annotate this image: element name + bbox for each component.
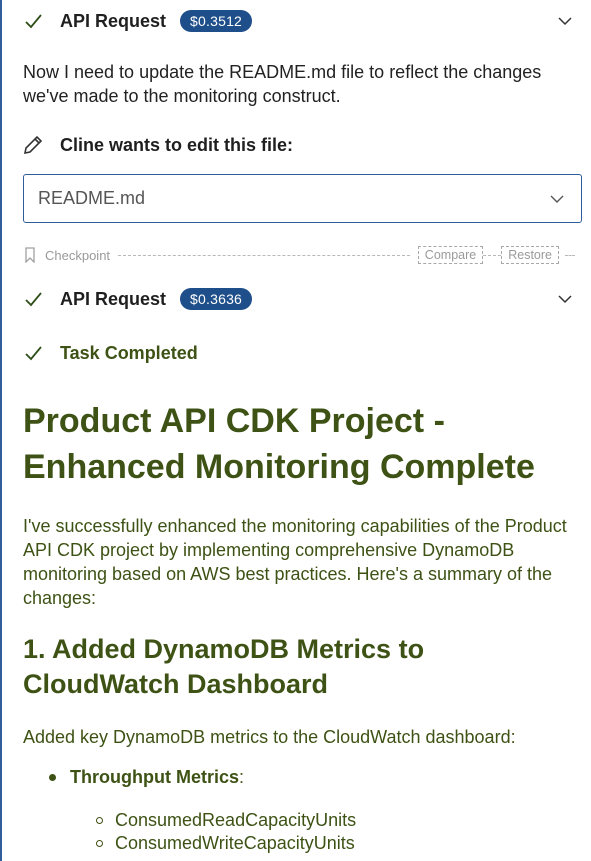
checkpoint-label: Checkpoint xyxy=(45,247,111,263)
sub-list-item: ConsumedReadCapacityUnits xyxy=(96,810,356,831)
check-icon xyxy=(22,342,44,364)
list-item: Throughput Metrics: xyxy=(49,767,244,788)
edit-prompt-row: Cline wants to edit this file: xyxy=(22,132,583,158)
result-intro: I've successfully enhanced the monitorin… xyxy=(23,516,567,608)
checkpoint-gap xyxy=(483,254,502,256)
sub-list-text: ConsumedWriteCapacityUnits xyxy=(115,833,355,853)
bullet-label: Throughput Metrics xyxy=(70,767,239,787)
chevron-down-icon[interactable] xyxy=(557,291,573,307)
cost-badge: $0.3512 xyxy=(180,10,253,32)
pencil-icon xyxy=(22,134,44,156)
assistant-message: Now I need to update the README.md file … xyxy=(23,62,542,106)
bullet-dot xyxy=(49,774,56,781)
file-name: README.md xyxy=(38,188,146,208)
task-completed-label: Task Completed xyxy=(60,342,198,363)
bullet-ring xyxy=(96,817,103,824)
left-border xyxy=(0,0,2,861)
chevron-down-icon xyxy=(550,195,564,203)
file-dropdown[interactable]: README.md xyxy=(23,174,582,223)
section-text: Added key DynamoDB metrics to the CloudW… xyxy=(23,727,516,747)
api-request-row-1[interactable]: API Request $0.3512 xyxy=(22,8,583,34)
api-request-title: API Request xyxy=(60,288,167,309)
checkpoint-row: Checkpoint Compare Restore xyxy=(23,246,575,264)
check-icon xyxy=(22,10,44,32)
task-completed-row: Task Completed xyxy=(22,340,583,366)
api-request-row-2[interactable]: API Request $0.3636 xyxy=(22,286,583,312)
edit-prompt-title: Cline wants to edit this file: xyxy=(60,134,294,155)
bullet-ring xyxy=(96,840,103,847)
bullet-colon: : xyxy=(239,767,245,787)
check-icon xyxy=(22,288,44,310)
compare-button[interactable]: Compare xyxy=(417,246,484,264)
sub-list-item: ConsumedWriteCapacityUnits xyxy=(96,833,355,854)
result-heading: Product API CDK Project - Enhanced Monit… xyxy=(23,402,535,486)
section-heading: 1. Added DynamoDB Metrics to CloudWatch … xyxy=(23,634,425,699)
checkpoint-tail xyxy=(565,254,575,256)
api-request-title: API Request xyxy=(60,10,167,31)
sub-list-text: ConsumedReadCapacityUnits xyxy=(115,810,357,830)
restore-button[interactable]: Restore xyxy=(501,246,559,264)
cost-badge: $0.3636 xyxy=(180,288,253,310)
chevron-down-icon[interactable] xyxy=(557,13,573,29)
bookmark-icon xyxy=(25,247,35,263)
checkpoint-divider xyxy=(118,254,410,256)
